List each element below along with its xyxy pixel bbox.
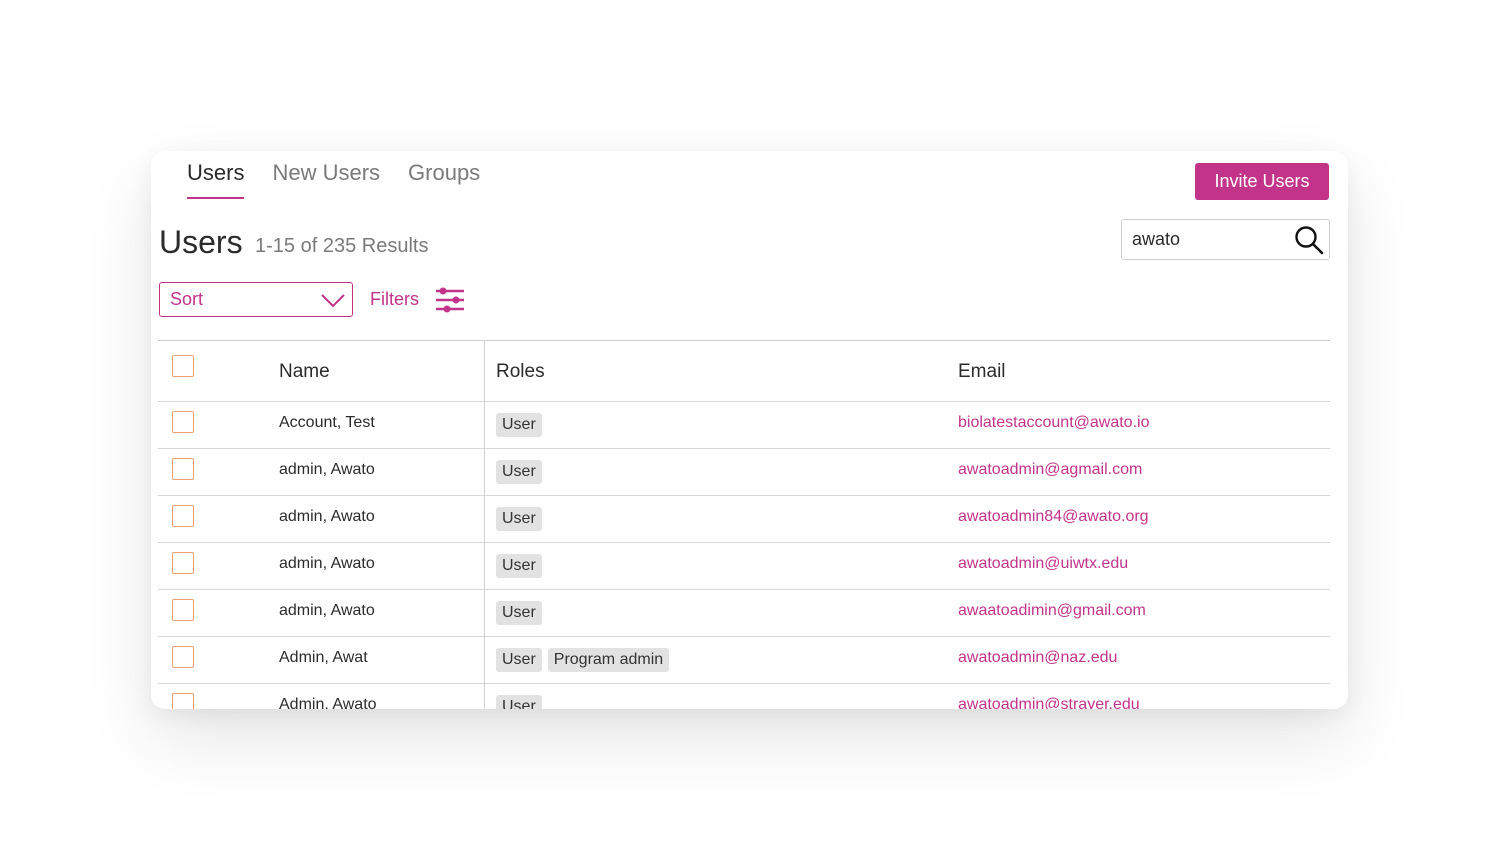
role-badge: User: [496, 507, 542, 531]
users-panel: Users New Users Groups Invite Users User…: [151, 151, 1348, 709]
role-badge: User: [496, 460, 542, 484]
user-email-link[interactable]: awatoadmin@agmail.com: [958, 461, 1142, 479]
user-email-link[interactable]: awaatoadimin@gmail.com: [958, 602, 1146, 620]
user-roles: User: [496, 601, 542, 625]
table-row[interactable]: admin, Awato User awaatoadimin@gmail.com: [158, 590, 1330, 637]
role-badge: User: [496, 648, 542, 672]
row-checkbox[interactable]: [172, 505, 194, 527]
sort-label: Sort: [170, 289, 204, 309]
role-badge: User: [496, 413, 542, 437]
row-checkbox[interactable]: [172, 458, 194, 480]
header-roles[interactable]: Roles: [496, 361, 545, 383]
user-roles: User: [496, 507, 542, 531]
role-badge: User: [496, 601, 542, 625]
filters-button[interactable]: Filters: [370, 282, 466, 317]
row-checkbox[interactable]: [172, 646, 194, 668]
table-row[interactable]: admin, Awato User awatoadmin84@awato.org: [158, 496, 1330, 543]
table-row[interactable]: Admin, Awato User awatoadmin@strayer.edu: [158, 684, 1330, 709]
search-box: [1121, 219, 1330, 260]
user-email-link[interactable]: awatoadmin84@awato.org: [958, 508, 1149, 526]
role-badge: User: [496, 695, 542, 709]
results-count: 1-15 of 235 Results: [255, 235, 429, 257]
chevron-down-icon: [321, 294, 345, 308]
user-roles: User: [496, 460, 542, 484]
role-badge: User: [496, 554, 542, 578]
tab-new-users[interactable]: New Users: [272, 159, 380, 199]
user-name: Admin, Awato: [279, 696, 377, 709]
table-row[interactable]: Admin, Awat User Program admin awatoadmi…: [158, 637, 1330, 684]
tab-groups[interactable]: Groups: [408, 159, 480, 199]
table-row[interactable]: Account, Test User biolatestaccount@awat…: [158, 402, 1330, 449]
row-checkbox[interactable]: [172, 411, 194, 433]
header-email[interactable]: Email: [958, 361, 1006, 383]
table-row[interactable]: admin, Awato User awatoadmin@agmail.com: [158, 449, 1330, 496]
table-header: Name Roles Email: [158, 341, 1330, 402]
user-email-link[interactable]: awatoadmin@naz.edu: [958, 649, 1117, 667]
user-roles: User: [496, 413, 542, 437]
tab-bar: Users New Users Groups: [187, 159, 480, 199]
user-email-link[interactable]: awatoadmin@strayer.edu: [958, 696, 1140, 709]
invite-users-button[interactable]: Invite Users: [1195, 163, 1329, 200]
role-badge: Program admin: [547, 648, 670, 672]
users-table: Name Roles Email Account, Test User biol…: [158, 340, 1330, 709]
header-name[interactable]: Name: [279, 361, 330, 383]
tab-users[interactable]: Users: [187, 159, 245, 199]
row-checkbox[interactable]: [172, 552, 194, 574]
user-name: admin, Awato: [279, 602, 375, 619]
table-row[interactable]: admin, Awato User awatoadmin@uiwtx.edu: [158, 543, 1330, 590]
user-email-link[interactable]: biolatestaccount@awato.io: [958, 414, 1149, 432]
filters-label: Filters: [370, 289, 419, 309]
user-roles: User: [496, 554, 542, 578]
user-name: admin, Awato: [279, 508, 375, 525]
user-name: admin, Awato: [279, 555, 375, 572]
search-input[interactable]: [1132, 229, 1292, 250]
user-name: Admin, Awat: [279, 649, 368, 666]
sort-dropdown[interactable]: Sort: [159, 282, 353, 317]
search-icon[interactable]: [1293, 224, 1325, 256]
user-roles: User Program admin: [496, 648, 670, 672]
sliders-icon: [436, 287, 464, 312]
user-name: Account, Test: [279, 414, 375, 431]
user-roles: User: [496, 695, 542, 709]
user-name: admin, Awato: [279, 461, 375, 478]
select-all-checkbox[interactable]: [172, 355, 194, 377]
row-checkbox[interactable]: [172, 693, 194, 709]
page-title: Users: [159, 224, 243, 260]
user-email-link[interactable]: awatoadmin@uiwtx.edu: [958, 555, 1128, 573]
row-checkbox[interactable]: [172, 599, 194, 621]
